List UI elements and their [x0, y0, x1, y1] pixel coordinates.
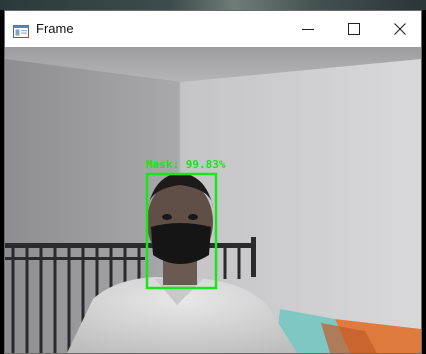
- title-bar[interactable]: Frame: [5, 11, 421, 47]
- desktop-background: [0, 0, 426, 10]
- detection-label: Mask: 99.83%: [146, 158, 226, 171]
- maximize-button[interactable]: [331, 11, 377, 47]
- camera-feed: Mask: 99.83%: [5, 47, 421, 353]
- window-title: Frame: [36, 21, 74, 36]
- close-icon: [394, 20, 406, 39]
- maximize-icon: [348, 20, 360, 39]
- minimize-button[interactable]: [285, 11, 331, 47]
- frame-window-icon: [13, 23, 29, 38]
- close-button[interactable]: [377, 11, 423, 47]
- frame-window: Frame Mask: 99.83%: [4, 10, 422, 354]
- camera-frame: Mask: 99.83%: [5, 47, 421, 353]
- minimize-icon: [302, 20, 314, 39]
